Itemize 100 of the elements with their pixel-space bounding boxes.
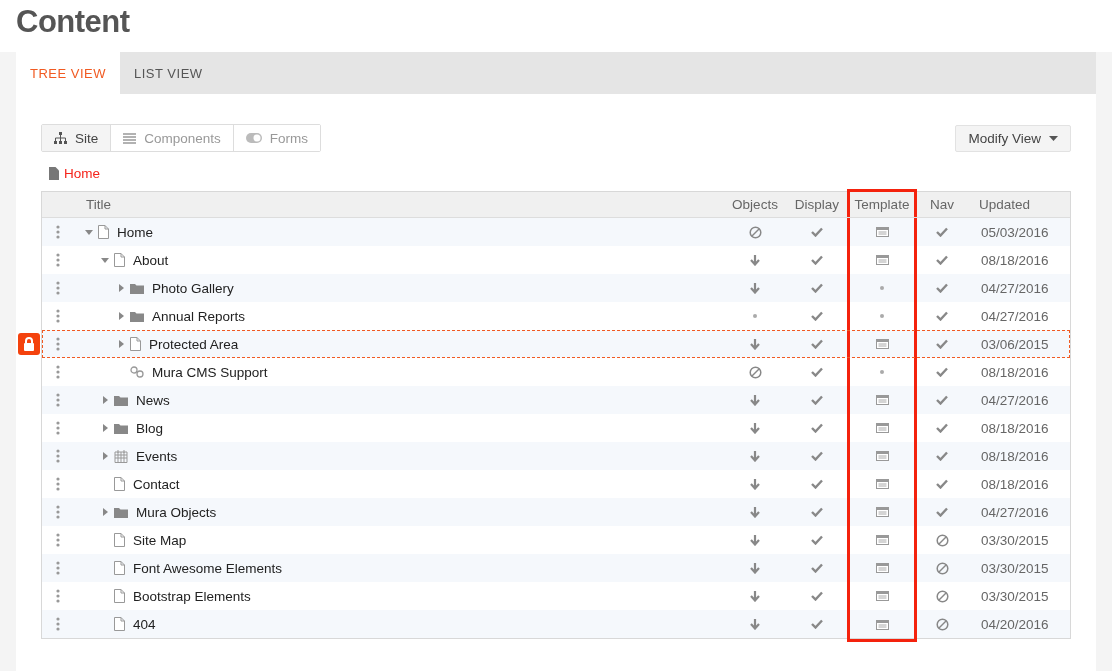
check-icon — [936, 283, 948, 293]
check-icon — [811, 311, 823, 321]
page-title-link[interactable]: Mura CMS Support — [152, 364, 268, 380]
check-icon — [936, 227, 948, 237]
caret-right-icon[interactable] — [116, 339, 126, 349]
document-icon — [114, 477, 125, 491]
check-icon — [811, 535, 823, 545]
page-title-link[interactable]: Blog — [136, 420, 164, 436]
check-icon — [811, 283, 823, 293]
updated-date: 04/27/2016 — [980, 280, 1049, 296]
drag-handle-icon — [56, 225, 60, 239]
updated-date: 04/20/2016 — [980, 616, 1049, 632]
page-title-link[interactable]: About — [133, 252, 169, 268]
column-header: Objects — [731, 196, 779, 214]
drag-handle-icon — [56, 281, 60, 295]
updated-date: 05/03/2016 — [980, 224, 1049, 240]
updated-date: 08/18/2016 — [980, 476, 1049, 492]
check-icon — [811, 507, 823, 517]
page-title-link[interactable]: Site Map — [133, 532, 187, 548]
caret-down-icon[interactable] — [84, 227, 94, 237]
page-title-link[interactable]: Annual Reports — [152, 308, 246, 324]
caret-down-icon[interactable] — [100, 255, 110, 265]
page-title-link[interactable]: Mura Objects — [136, 504, 217, 520]
tab[interactable]: LIST VIEW — [120, 52, 217, 94]
template-icon — [875, 339, 889, 349]
updated-date: 08/18/2016 — [980, 252, 1049, 268]
check-icon — [811, 367, 823, 377]
page-title-link[interactable]: Contact — [133, 476, 180, 492]
caret-right-icon[interactable] — [116, 283, 126, 293]
blocked-icon — [935, 561, 949, 575]
drag-handle-icon — [56, 589, 60, 603]
arrow-down-icon — [749, 422, 761, 434]
updated-date: 03/30/2015 — [980, 532, 1049, 548]
folder-icon — [130, 310, 144, 322]
check-icon — [811, 339, 823, 349]
drag-handle-icon — [56, 365, 60, 379]
blocked-icon — [748, 365, 762, 379]
page-title-link[interactable]: Bootstrap Elements — [133, 588, 251, 604]
caret-right-icon[interactable] — [100, 395, 110, 405]
check-icon — [936, 395, 948, 405]
arrow-down-icon — [749, 338, 761, 350]
arrow-down-icon — [749, 282, 761, 294]
breadcrumb-link[interactable]: Home — [64, 166, 100, 181]
caret-right-icon[interactable] — [100, 451, 110, 461]
page-title-link[interactable]: Events — [136, 448, 178, 464]
arrow-down-icon — [749, 506, 761, 518]
check-icon — [936, 339, 948, 349]
page-title-link[interactable]: Home — [117, 224, 153, 240]
page-title-link[interactable]: Protected Area — [149, 336, 239, 352]
updated-date: 08/18/2016 — [980, 420, 1049, 436]
updated-date: 08/18/2016 — [980, 364, 1049, 380]
page-title-link[interactable]: Photo Gallery — [152, 280, 234, 296]
drag-handle-icon — [56, 449, 60, 463]
table-row[interactable]: Home 05/03/2016 — [42, 218, 1070, 246]
template-icon — [875, 423, 889, 433]
modify-view-button[interactable]: Modify View — [955, 124, 1071, 152]
column-header: Nav — [929, 196, 955, 214]
updated-date: 04/27/2016 — [980, 392, 1049, 408]
updated-date: 04/27/2016 — [980, 308, 1049, 324]
segment-button[interactable]: Site — [42, 125, 111, 151]
check-icon — [936, 255, 948, 265]
updated-date: 08/18/2016 — [980, 448, 1049, 464]
drag-handle-icon — [56, 421, 60, 435]
check-icon — [811, 451, 823, 461]
page-title-link[interactable]: News — [136, 392, 170, 408]
document-icon — [130, 337, 141, 351]
check-icon — [811, 591, 823, 601]
document-icon — [114, 589, 125, 603]
template-icon — [875, 619, 889, 630]
table-row[interactable]: Font Awesome Elements 03/30/2015 — [42, 554, 1070, 582]
page-title: Content — [16, 4, 131, 40]
template-icon — [875, 255, 889, 265]
arrow-down-icon — [749, 618, 761, 630]
check-icon — [811, 619, 823, 629]
dot-icon — [753, 314, 757, 318]
arrow-down-icon — [749, 450, 761, 462]
arrow-down-icon — [749, 254, 761, 266]
arrow-down-icon — [749, 590, 761, 602]
arrow-down-icon — [749, 478, 761, 490]
folder-icon — [114, 422, 128, 434]
document-icon — [49, 167, 59, 180]
template-icon — [875, 591, 889, 601]
page-title-link[interactable]: Font Awesome Elements — [133, 560, 283, 576]
caret-right-icon[interactable] — [100, 423, 110, 433]
table-row[interactable]: Photo Gallery 04/27/2016 — [42, 274, 1070, 302]
table-row[interactable]: Events 08/18/2016 — [42, 442, 1070, 470]
caret-right-icon[interactable] — [100, 507, 110, 517]
template-icon — [875, 535, 889, 545]
check-icon — [811, 563, 823, 573]
check-icon — [936, 311, 948, 321]
caret-right-icon[interactable] — [116, 311, 126, 321]
drag-handle-icon — [56, 253, 60, 267]
column-header: Display — [793, 196, 841, 214]
arrow-down-icon — [749, 562, 761, 574]
page-title-link[interactable]: 404 — [133, 616, 156, 632]
table-row[interactable]: Mura Objects 04/27/2016 — [42, 498, 1070, 526]
folder-icon — [130, 282, 144, 294]
document-icon — [114, 617, 125, 631]
check-icon — [811, 255, 823, 265]
table-row[interactable]: News 04/27/2016 — [42, 386, 1070, 414]
